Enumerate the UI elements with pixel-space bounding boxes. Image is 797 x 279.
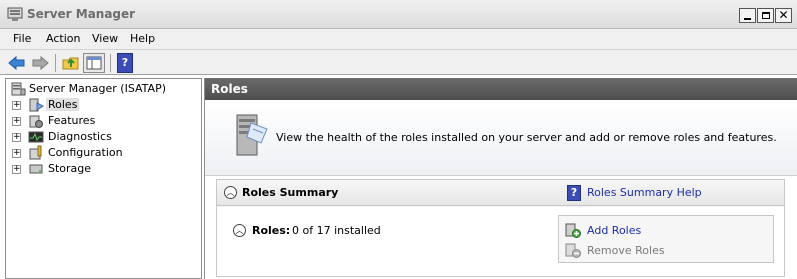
tree-item-features[interactable]: + Features [6,113,196,129]
navigation-tree: Server Manager (ISATAP) + Roles + Featur… [5,78,202,279]
configuration-icon [29,145,42,160]
show-hide-tree-icon [86,56,102,70]
toolbar: ? [0,49,797,75]
roles-icon [29,98,44,112]
menu-view[interactable]: View [92,32,118,45]
tree-item-label: Diagnostics [48,130,112,143]
roles-summary-header: ︿ Roles Summary ? Roles Summary Help [217,180,784,206]
server-manager-icon [11,82,26,96]
toolbar-separator [110,54,111,72]
menu-file[interactable]: File [13,32,31,45]
tree-item-configuration[interactable]: + Configuration [6,145,196,161]
show-hide-tree-button[interactable] [83,53,105,73]
remove-roles-button[interactable]: Remove Roles [565,242,765,260]
tree-item-label: Features [48,114,96,127]
server-roles-icon [236,114,268,156]
close-button[interactable]: ✕ [775,8,792,23]
tree-root-label: Server Manager (ISATAP) [29,82,166,95]
collapse-icon[interactable]: ︿ [224,186,237,199]
collapse-icon[interactable]: ︿ [233,224,246,237]
expand-icon[interactable]: + [12,133,21,142]
remove-roles-label: Remove Roles [587,244,665,257]
roles-summary-body: ︿ Roles: 0 of 17 installed Add Roles Rem… [217,207,784,276]
server-manager-app-icon [7,7,23,21]
remove-roles-icon [565,243,581,258]
add-roles-icon [565,223,581,238]
storage-icon [29,164,43,174]
features-icon [29,115,43,128]
minimize-button[interactable] [739,8,756,23]
roles-summary-title: Roles Summary [242,186,339,199]
diagnostics-icon [28,131,44,143]
roles-description: View the health of the roles installed o… [276,131,777,144]
roles-count-label: Roles: [252,224,291,237]
tree-item-diagnostics[interactable]: + Diagnostics [6,129,196,145]
expand-icon[interactable]: + [12,165,21,174]
tree-item-roles[interactable]: + Roles [6,97,196,113]
window-title: Server Manager [27,7,136,21]
roles-banner: View the health of the roles installed o… [205,101,797,176]
tree-item-label: Configuration [48,146,123,159]
title-bar: Server Manager ✕ [0,0,797,29]
roles-summary-panel: ︿ Roles Summary ? Roles Summary Help ︿ R… [216,179,785,277]
content-header: Roles [205,78,797,100]
menu-help[interactable]: Help [130,32,155,45]
toolbar-separator [55,54,56,72]
maximize-button[interactable] [757,8,774,23]
tree-item-storage[interactable]: + Storage [6,161,196,177]
roles-count-value: 0 of 17 installed [292,224,381,237]
tree-root[interactable]: Server Manager (ISATAP) [6,81,196,97]
expand-icon[interactable]: + [12,101,21,110]
expand-icon[interactable]: + [12,117,21,126]
help-icon[interactable]: ? [117,53,133,73]
content-pane: Roles View the health of the roles insta… [204,78,797,279]
expand-icon[interactable]: + [12,149,21,158]
tree-item-label: Storage [48,162,92,175]
menu-action[interactable]: Action [46,32,80,45]
add-roles-label: Add Roles [587,224,642,237]
window-controls: ✕ [739,8,792,23]
close-icon: ✕ [778,8,789,22]
forward-arrow-icon[interactable] [30,53,50,73]
tree-item-label: Roles [46,98,80,111]
page-title: Roles [211,82,248,96]
menu-bar: File Action View Help [0,29,797,49]
help-icon: ? [567,185,581,201]
up-folder-icon[interactable] [61,53,81,73]
back-arrow-icon[interactable] [7,53,27,73]
actions-box: Add Roles Remove Roles [558,215,774,263]
add-roles-button[interactable]: Add Roles [565,222,765,240]
roles-summary-help-link[interactable]: Roles Summary Help [587,186,702,199]
